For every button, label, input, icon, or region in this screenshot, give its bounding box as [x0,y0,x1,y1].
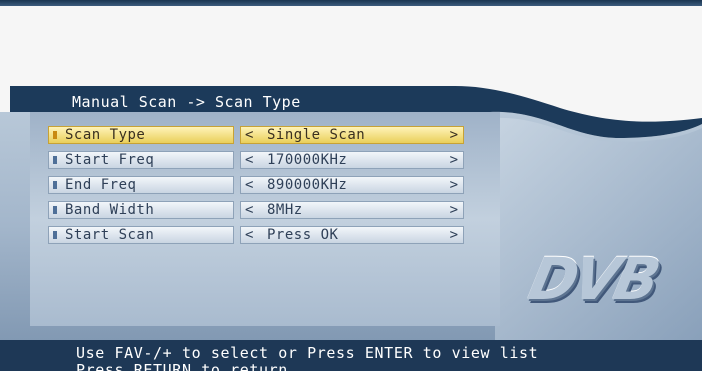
menu-row-value[interactable]: < 170000KHz > [240,151,464,169]
band-width-value: 8MHz [267,202,303,218]
menu-row-label: End Freq [48,176,234,194]
row-marker-icon [53,156,57,164]
menu-row-value[interactable]: < Single Scan > [240,126,464,144]
start-scan-label: Start Scan [65,227,155,243]
row-marker-icon [53,231,57,239]
arrow-left-icon[interactable]: < [245,202,253,218]
scan-type-label: Scan Type [65,127,146,143]
arrow-right-icon[interactable]: > [450,177,458,193]
arrow-left-icon[interactable]: < [245,127,253,143]
row-marker-icon [53,206,57,214]
help-line-2: Press RETURN to return [76,361,288,371]
menu-row-label: Band Width [48,201,234,219]
arrow-left-icon[interactable]: < [245,227,253,243]
arrow-right-icon[interactable]: > [450,127,458,143]
menu-row-value[interactable]: < 8MHz > [240,201,464,219]
row-marker-icon [53,131,57,139]
help-line-1: Use FAV-/+ to select or Press ENTER to v… [76,344,539,362]
row-marker-icon [53,181,57,189]
menu-row-value[interactable]: < Press OK > [240,226,464,244]
arrow-right-icon[interactable]: > [450,152,458,168]
scan-type-value: Single Scan [267,127,366,143]
start-freq-label: Start Freq [65,152,155,168]
start-freq-value: 170000KHz [267,152,348,168]
menu-row-label: Start Freq [48,151,234,169]
menu-row-value[interactable]: < 890000KHz > [240,176,464,194]
arrow-right-icon[interactable]: > [450,202,458,218]
panel-title: Manual Scan -> Scan Type [72,93,301,111]
dvb-logo: DVB [522,245,663,313]
band-width-label: Band Width [65,202,155,218]
start-scan-value: Press OK [267,227,339,243]
arrow-left-icon[interactable]: < [245,177,253,193]
end-freq-label: End Freq [65,177,137,193]
menu-row-label: Start Scan [48,226,234,244]
arrow-left-icon[interactable]: < [245,152,253,168]
arrow-right-icon[interactable]: > [450,227,458,243]
end-freq-value: 890000KHz [267,177,348,193]
menu-row-label: Scan Type [48,126,234,144]
help-footer: Use FAV-/+ to select or Press ENTER to v… [0,340,702,371]
menu-panel [30,112,500,326]
